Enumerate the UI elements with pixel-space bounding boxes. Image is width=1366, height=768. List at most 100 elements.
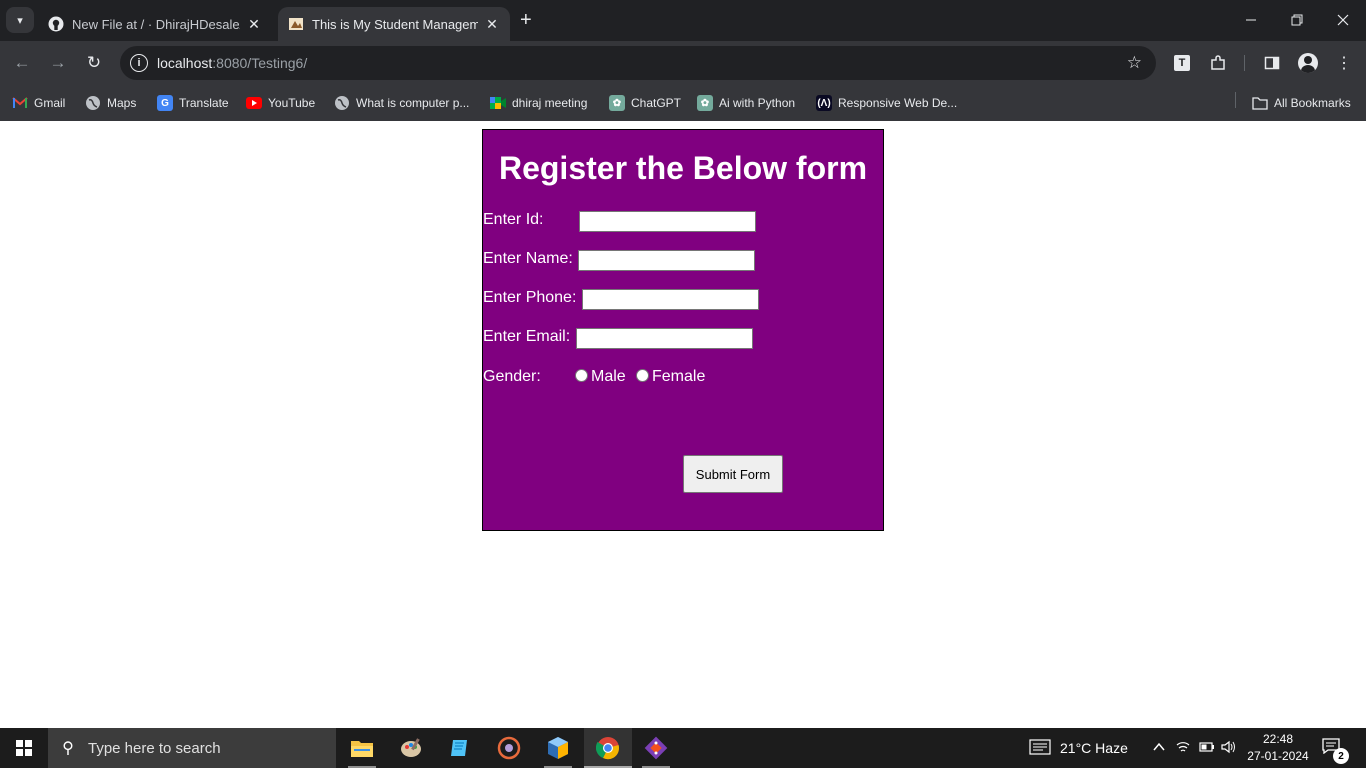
clock-date: 27-01-2024 xyxy=(1247,749,1309,763)
puzzle-icon xyxy=(1211,55,1225,70)
bookmark-translate[interactable]: G Translate xyxy=(157,93,229,113)
bookmark-meeting[interactable]: dhiraj meeting xyxy=(490,93,587,113)
wifi-icon[interactable] xyxy=(1176,740,1190,757)
web-design-icon: (Λ) xyxy=(816,95,832,111)
bookmark-label: Maps xyxy=(107,96,137,110)
bookmark-label: dhiraj meeting xyxy=(512,96,588,110)
tab-search-button[interactable]: ▾ xyxy=(6,7,34,33)
windows-icon xyxy=(16,740,32,756)
media-player-icon xyxy=(497,736,521,760)
email-field[interactable] xyxy=(576,328,753,349)
url-text[interactable]: localhost:8080/Testing6/ xyxy=(157,55,307,71)
restore-button[interactable] xyxy=(1274,8,1320,32)
back-button[interactable]: ← xyxy=(10,51,34,75)
speaker-icon[interactable] xyxy=(1221,740,1237,757)
email-label: Enter Email: xyxy=(483,328,571,345)
name-label: Enter Name: xyxy=(483,250,573,267)
form-title: Register the Below form xyxy=(498,150,868,186)
tab-github[interactable]: New File at / · DhirajHDesale/Student ✕ xyxy=(38,7,272,41)
paint-app[interactable] xyxy=(387,728,435,768)
side-panel-button[interactable] xyxy=(1261,52,1283,74)
chevron-down-icon: ▾ xyxy=(17,14,23,27)
bookmark-responsive-web[interactable]: (Λ) Responsive Web De... xyxy=(816,93,957,113)
female-radio[interactable] xyxy=(636,369,649,382)
notepad-app[interactable] xyxy=(436,728,484,768)
reload-button[interactable]: ↻ xyxy=(82,51,106,75)
tab-student-management[interactable]: This is My Student Management ✕ xyxy=(278,7,510,41)
media-app[interactable] xyxy=(485,728,533,768)
chrome-app[interactable] xyxy=(584,728,632,768)
browser-toolbar: ← → ↻ i localhost:8080/Testing6/ ☆ T ⋮ xyxy=(0,41,1366,85)
bookmark-gmail[interactable]: Gmail xyxy=(12,93,65,113)
arrow-right-icon: → xyxy=(49,53,67,72)
female-label: Female xyxy=(652,368,706,385)
translate-icon: G xyxy=(157,95,173,111)
arrow-left-icon: ← xyxy=(13,53,31,72)
all-bookmarks-button[interactable]: All Bookmarks xyxy=(1252,93,1351,113)
phone-label: Enter Phone: xyxy=(483,289,577,306)
address-bar[interactable]: i localhost:8080/Testing6/ ☆ xyxy=(120,46,1156,80)
chatgpt-icon: ✿ xyxy=(697,95,713,111)
all-bookmarks-label: All Bookmarks xyxy=(1274,96,1351,110)
chatgpt-icon: ✿ xyxy=(609,95,625,111)
side-panel-icon xyxy=(1264,56,1280,70)
bookmarks-bar: Gmail Maps G Translate YouTube What is co… xyxy=(0,85,1366,121)
phone-field[interactable] xyxy=(582,289,759,310)
bookmark-ai-python[interactable]: ✿ Ai with Python xyxy=(697,93,795,113)
weather-text[interactable]: 21°C Haze xyxy=(1060,740,1128,756)
close-window-button[interactable] xyxy=(1320,8,1366,32)
bookmark-star-icon[interactable]: ☆ xyxy=(1127,53,1142,73)
male-radio[interactable] xyxy=(575,369,588,382)
bookmark-label: Responsive Web De... xyxy=(838,96,958,110)
bookmark-label: What is computer p... xyxy=(356,96,470,110)
browser-tab-bar: ▾ New File at / · DhirajHDesale/Student … xyxy=(0,0,1366,41)
site-info-icon[interactable]: i xyxy=(130,54,148,72)
tab-title: New File at / · DhirajHDesale/Student xyxy=(72,16,240,32)
close-icon[interactable]: ✕ xyxy=(246,16,262,33)
youtube-icon xyxy=(246,95,262,111)
bookmark-computer[interactable]: What is computer p... xyxy=(334,93,469,113)
bookmark-label: Ai with Python xyxy=(719,96,796,110)
student-page-icon xyxy=(288,16,304,32)
bookmark-chatgpt[interactable]: ✿ ChatGPT xyxy=(609,93,681,113)
avatar xyxy=(1298,53,1318,73)
menu-button[interactable]: ⋮ xyxy=(1333,52,1355,74)
system-clock[interactable]: 22:48 27-01-2024 xyxy=(1238,731,1318,765)
bookmark-label: YouTube xyxy=(268,96,316,110)
start-button[interactable] xyxy=(0,728,48,768)
close-icon[interactable]: ✕ xyxy=(484,16,500,33)
submit-button[interactable]: Submit Form xyxy=(683,455,783,493)
bookmark-maps[interactable]: Maps xyxy=(85,93,136,113)
name-field[interactable] xyxy=(578,250,755,271)
bookmark-label: Translate xyxy=(179,96,229,110)
folder-icon xyxy=(1252,95,1268,111)
bookmark-youtube[interactable]: YouTube xyxy=(246,93,315,113)
extensions-button[interactable] xyxy=(1207,52,1229,74)
forward-button[interactable]: → xyxy=(46,51,70,75)
reload-icon: ↻ xyxy=(86,53,102,72)
file-explorer-app[interactable] xyxy=(338,728,386,768)
toolbar-divider xyxy=(1244,55,1245,71)
profile-button[interactable] xyxy=(1297,52,1319,74)
gmail-icon xyxy=(12,95,28,111)
gender-label: Gender: xyxy=(483,368,541,385)
id-field[interactable] xyxy=(579,211,756,232)
globe-icon xyxy=(334,95,350,111)
git-app[interactable] xyxy=(632,728,680,768)
github-icon xyxy=(48,16,64,32)
virtualbox-app[interactable] xyxy=(534,728,582,768)
id-label: Enter Id: xyxy=(483,211,544,228)
clock-time: 22:48 xyxy=(1262,732,1294,746)
new-tab-button[interactable]: + xyxy=(520,10,532,30)
extension-t-icon: T xyxy=(1174,55,1190,71)
chevron-up-icon[interactable] xyxy=(1152,740,1166,757)
url-host: localhost xyxy=(157,55,213,71)
minimize-button[interactable] xyxy=(1228,8,1274,32)
taskbar-search[interactable]: ⚲ Type here to search xyxy=(48,728,336,768)
search-placeholder: Type here to search xyxy=(88,739,221,757)
extension-t-button[interactable]: T xyxy=(1171,52,1193,74)
bookmarks-divider xyxy=(1235,92,1236,108)
weather-icon[interactable] xyxy=(1029,739,1051,758)
notepad-icon xyxy=(451,740,467,756)
battery-icon[interactable] xyxy=(1199,740,1215,757)
